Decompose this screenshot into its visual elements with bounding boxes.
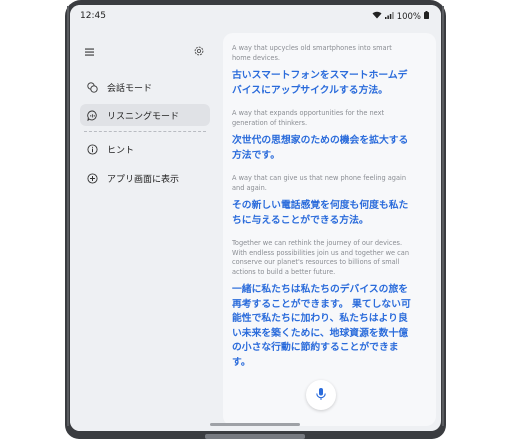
battery-level: 100% [396, 11, 421, 22]
sidebar: 会話モード リスニングモード ヒント アプリ画面に表示 [70, 27, 217, 431]
sidebar-item-label: リスニングモード [107, 111, 180, 122]
sidebar-divider [84, 131, 206, 132]
sidebar-item-hints[interactable]: ヒント [80, 138, 210, 160]
add-circle-icon [87, 172, 98, 184]
wifi-icon [372, 11, 382, 22]
battery-icon [424, 11, 429, 22]
sidebar-item-label: アプリ画面に表示 [107, 174, 180, 185]
translated-text: 次世代の思想家のための機会を拡大する方法です。 [232, 135, 409, 161]
translated-text: その新しい電話感覚を何度も何度も私たちに与えることができる方法。 [232, 200, 409, 226]
frame-edge-right [442, 6, 444, 426]
conversation-icon [87, 81, 98, 93]
frame-edge-left [67, 6, 69, 426]
menu-icon[interactable] [84, 43, 96, 56]
transcript-list: A way that upcycles old smartphones into… [232, 44, 412, 381]
sidebar-item-conversation-mode[interactable]: 会話モード [80, 76, 210, 98]
foldable-phone-frame: 12:45 100% 会話モード リスニングモード ヒント アプリ画面に表示 A… [65, 0, 446, 439]
gesture-home-bar[interactable] [210, 423, 300, 426]
translated-text: 一緒に私たちは私たちのデバイスの旅を再考することができます。 果てしない可能性で… [232, 284, 411, 368]
screen: 12:45 100% 会話モード リスニングモード ヒント アプリ画面に表示 A… [70, 5, 441, 431]
source-text: A way that expands opportunities for the… [232, 109, 385, 127]
listening-icon [87, 110, 98, 122]
settings-gear-icon[interactable] [193, 42, 205, 56]
sidebar-item-listening-mode[interactable]: リスニングモード [80, 104, 210, 126]
status-icons: 100% [372, 11, 429, 22]
hinge [205, 434, 305, 439]
source-text: A way that can give us that new phone fe… [232, 174, 407, 192]
sidebar-item-label: ヒント [107, 145, 135, 156]
microphone-button[interactable] [306, 380, 336, 410]
sidebar-item-show-on-app-screen[interactable]: アプリ画面に表示 [80, 167, 210, 189]
sidebar-item-label: 会話モード [107, 83, 153, 94]
status-time: 12:45 [80, 11, 106, 21]
translated-text: 古いスマートフォンをスマートホームデバイスにアップサイクルする方法。 [232, 70, 408, 96]
source-text: A way that upcycles old smartphones into… [232, 44, 392, 62]
status-bar: 12:45 100% [70, 5, 441, 27]
source-text: Together we can rethink the journey of o… [232, 239, 410, 276]
signal-icon [384, 11, 394, 22]
info-icon [87, 143, 98, 155]
transcript-panel: A way that upcycles old smartphones into… [223, 33, 436, 426]
microphone-icon [315, 386, 327, 405]
